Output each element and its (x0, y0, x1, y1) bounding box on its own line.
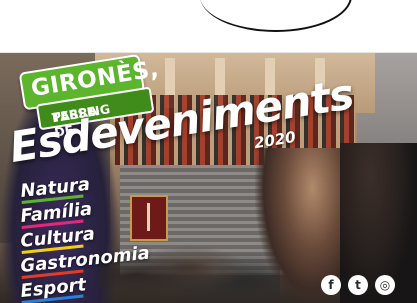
social-links: f t ◎ (321, 275, 395, 297)
decorative-curve (200, 0, 352, 32)
top-strip (0, 0, 417, 53)
twitter-icon[interactable]: t (348, 275, 368, 295)
facebook-icon[interactable]: f (321, 275, 341, 295)
category-list: Natura Família Cultura Gastronomia Espor… (19, 174, 151, 303)
instagram-icon[interactable]: ◎ (375, 275, 395, 295)
events-banner[interactable]: GIRONÈS, TERRA DE PASSEIG Esdeveniments … (0, 53, 417, 303)
